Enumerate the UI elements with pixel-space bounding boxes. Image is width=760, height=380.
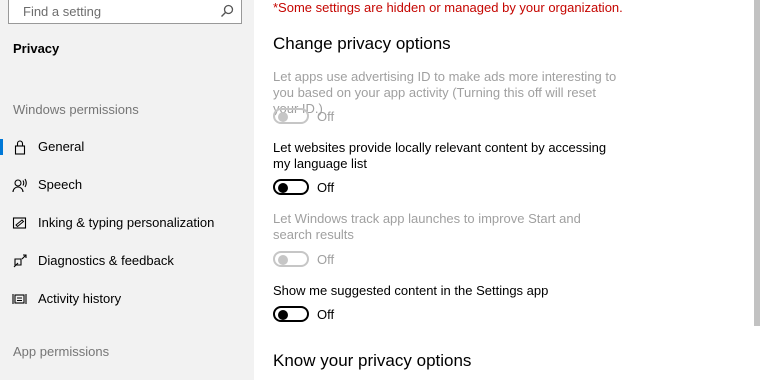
section-title: Change privacy options <box>273 34 451 53</box>
nav-item-activity-history[interactable]: Activity history <box>0 283 254 315</box>
language-list-state: Off <box>317 180 335 195</box>
toggle-knob <box>278 112 288 122</box>
main-content: *Some settings are hidden or managed by … <box>254 0 754 380</box>
nav-item-label: Speech <box>38 177 83 192</box>
toggle-knob <box>278 310 288 320</box>
language-list-toggle[interactable] <box>273 179 309 195</box>
language-list-description: Let websites provide locally relevant co… <box>273 140 607 171</box>
search-box[interactable] <box>8 0 242 24</box>
nav-item-inking-typing[interactable]: Inking & typing personalization <box>0 207 254 239</box>
advertising-id-toggle <box>273 108 309 124</box>
section-title-know-privacy: Know your privacy options <box>273 351 472 370</box>
track-app-launches-state: Off <box>317 252 335 267</box>
suggested-content-state: Off <box>317 307 335 322</box>
activity-history-icon <box>12 294 27 304</box>
nav-item-diagnostics-feedback[interactable]: Diagnostics & feedback <box>0 245 254 277</box>
nav-item-general[interactable]: General <box>0 131 254 163</box>
inking-icon <box>12 217 27 229</box>
toggle-knob <box>278 183 288 193</box>
track-app-launches-toggle <box>273 251 309 267</box>
suggested-content-toggle[interactable] <box>273 306 309 322</box>
app-permissions-header: App permissions <box>13 344 110 359</box>
diagnostics-icon <box>13 254 27 268</box>
nav-item-label: Activity history <box>38 291 122 306</box>
track-app-launches-description: Let Windows track app launches to improv… <box>273 211 581 242</box>
windows-permissions-header: Windows permissions <box>13 102 139 117</box>
search-input[interactable] <box>9 0 223 22</box>
nav-item-speech[interactable]: Speech <box>0 169 254 201</box>
speech-icon <box>12 178 27 193</box>
nav-item-label: General <box>38 139 85 154</box>
suggested-content-description: Show me suggested content in the Setting… <box>273 283 549 298</box>
sidebar: Privacy Windows permissions General Spee… <box>0 0 254 380</box>
nav-item-label: Inking & typing personalization <box>38 215 215 230</box>
nav-item-label: Diagnostics & feedback <box>38 253 174 268</box>
search-icon[interactable] <box>220 4 234 18</box>
selection-indicator <box>0 139 3 155</box>
scrollbar[interactable] <box>754 0 760 326</box>
page-heading: Privacy <box>13 41 60 56</box>
lock-icon <box>14 140 26 155</box>
advertising-id-state: Off <box>317 109 335 124</box>
managed-notice: *Some settings are hidden or managed by … <box>273 0 623 15</box>
toggle-knob <box>278 255 288 265</box>
